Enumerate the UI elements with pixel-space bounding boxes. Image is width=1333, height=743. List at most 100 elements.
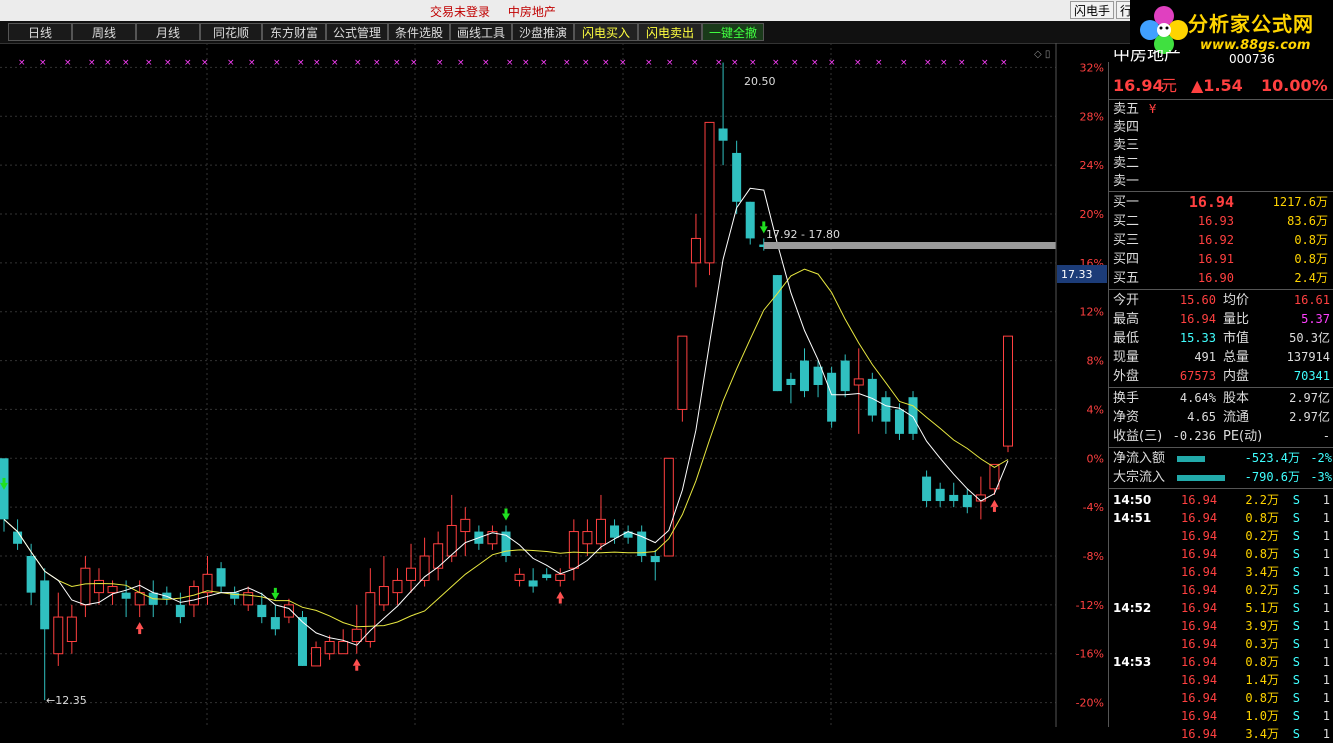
toolbar-button-4[interactable]: 东方财富: [262, 23, 326, 41]
toolbar-button-10[interactable]: 闪电卖出: [638, 23, 702, 41]
stats-row: 收益(三) -0.236 PE(动) -: [1109, 427, 1333, 446]
resistance-band: [764, 242, 1056, 249]
toolbar-button-5[interactable]: 公式管理: [326, 23, 388, 41]
candle-body: [338, 641, 349, 655]
signal-marker: ×: [811, 58, 819, 68]
sell-label: 卖一: [1113, 174, 1140, 189]
buy-label: 买四: [1113, 252, 1140, 267]
toolbar-button-2[interactable]: 月线: [136, 23, 200, 41]
y-tick-label: -16%: [1076, 648, 1104, 661]
tick-volume: 0.8万: [1245, 511, 1279, 525]
signal-marker: ×: [666, 58, 674, 68]
y-tick-label: 4%: [1087, 403, 1104, 416]
tick-price: 16.94: [1181, 655, 1218, 669]
buy-row[interactable]: 买一 16.94 1217.6万: [1109, 193, 1333, 212]
signal-marker: ×: [602, 58, 610, 68]
toolbar-button-9[interactable]: 闪电买入: [574, 23, 638, 41]
stat-label: 现量: [1113, 350, 1140, 365]
flow-value: -523.4万: [1244, 451, 1300, 465]
toolbar-button-11[interactable]: 一键全撤: [702, 23, 764, 41]
toolbar-button-8[interactable]: 沙盘推演: [512, 23, 574, 41]
stat-value: 137914: [1286, 350, 1330, 364]
signal-marker: ×: [1000, 58, 1008, 68]
buy-label: 买五: [1113, 271, 1140, 286]
tick-side: S: [1292, 655, 1300, 669]
tick-side: S: [1292, 619, 1300, 633]
signal-marker: ×: [88, 58, 96, 68]
sell-signal-arrow: [355, 665, 359, 671]
flash-trader-button[interactable]: 闪电手: [1070, 1, 1115, 19]
tick-row: 16.94 3.4万 S 1: [1109, 725, 1333, 743]
candle-body: [93, 579, 104, 594]
candle-body: [40, 580, 50, 630]
signal-marker: ×: [273, 58, 281, 68]
stat-label: 流通: [1223, 410, 1250, 425]
buy-row[interactable]: 买三 16.92 0.8万: [1109, 231, 1333, 250]
stat-label: 换手: [1113, 391, 1140, 406]
buy-volume: 83.6万: [1287, 214, 1328, 228]
y-tick-label: 20%: [1080, 208, 1104, 221]
candle-body: [949, 494, 959, 502]
tick-volume: 2.2万: [1245, 493, 1279, 507]
login-status: 交易未登录: [430, 5, 491, 19]
tick-count: 1: [1322, 691, 1330, 705]
toolbar-button-3[interactable]: 同花顺: [200, 23, 262, 41]
buy-label: 买二: [1113, 214, 1140, 229]
tick-side: S: [1292, 583, 1300, 597]
buy-row[interactable]: 买五 16.90 2.4万: [1109, 269, 1333, 288]
signal-marker: ×: [540, 58, 548, 68]
candle-body: [66, 616, 77, 642]
tick-side: S: [1292, 673, 1300, 687]
tick-row: 16.94 0.2万 S 1: [1109, 581, 1333, 599]
high-label: 20.50: [744, 75, 776, 88]
tick-volume: 3.4万: [1245, 565, 1279, 579]
y-tick-label: -4%: [1083, 501, 1104, 514]
y-axis: 32%28%24%20%16%12%8%4%0%-4%-8%-12%-16%-2…: [1076, 61, 1104, 709]
sell-row: 卖二: [1109, 154, 1333, 173]
stats-row: 净资 4.65 流通 2.97亿: [1109, 408, 1333, 427]
signal-marker: ×: [940, 58, 948, 68]
candle-body: [922, 476, 932, 502]
stat-value: 16.94: [1179, 312, 1216, 326]
ma-long-line: [3, 268, 1009, 628]
toolbar-button-0[interactable]: 日线: [8, 23, 72, 41]
tick-volume: 3.9万: [1245, 619, 1279, 633]
candle-body: [582, 531, 593, 545]
tick-row: 16.94 1.4万 S 1: [1109, 671, 1333, 689]
candle-body: [595, 518, 606, 545]
y-tick-label: -20%: [1076, 697, 1104, 710]
toolbar-button-6[interactable]: 条件选股: [388, 23, 450, 41]
price-change-pct: 10.00%: [1261, 76, 1328, 95]
stat-label: 最低: [1113, 331, 1140, 346]
candle-body: [351, 628, 362, 642]
buy-row[interactable]: 买二 16.93 83.6万: [1109, 212, 1333, 231]
signal-marker: ×: [749, 58, 757, 68]
candle-body: [324, 641, 335, 655]
buy-row[interactable]: 买四 16.91 0.8万: [1109, 250, 1333, 269]
buy-signal-arrow: [504, 508, 508, 514]
candle-body: [202, 573, 213, 594]
separator: [1109, 447, 1333, 448]
signal-marker: ×: [506, 58, 514, 68]
toolbar-button-1[interactable]: 周线: [72, 23, 136, 41]
flow-value: -790.6万: [1244, 470, 1300, 484]
signal-marker: ×: [522, 58, 530, 68]
tick-volume: 0.8万: [1245, 655, 1279, 669]
tick-count: 1: [1322, 565, 1330, 579]
toolbar-button-7[interactable]: 画线工具: [450, 23, 512, 41]
signal-marker: ×: [201, 58, 209, 68]
tick-count: 1: [1322, 511, 1330, 525]
tick-side: S: [1292, 511, 1300, 525]
price-tag: 17.33: [1061, 268, 1093, 281]
tick-price: 16.94: [1181, 601, 1218, 615]
tick-side: S: [1292, 547, 1300, 561]
candle-body: [568, 531, 579, 569]
candle-body: [962, 494, 972, 508]
buy-label: 买三: [1113, 233, 1140, 248]
candle-body: [799, 360, 809, 392]
kline-chart[interactable]: 32%28%24%20%16%12%8%4%0%-4%-8%-12%-16%-2…: [0, 43, 1108, 727]
buy-volume: 2.4万: [1294, 271, 1328, 285]
tick-count: 1: [1322, 547, 1330, 561]
signal-marker: ×: [313, 58, 321, 68]
stat-label: 最高: [1113, 312, 1140, 327]
